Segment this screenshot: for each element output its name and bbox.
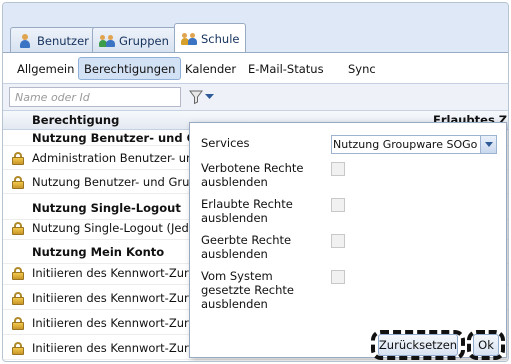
option-label-forbidden: Verbotene Rechte ausblenden [201, 161, 304, 189]
subtab-email-status[interactable]: E-Mail-Status [242, 57, 330, 80]
reset-button[interactable]: Zurücksetzen [378, 334, 458, 356]
combo-trigger[interactable] [480, 136, 496, 153]
school-icon [181, 31, 197, 47]
filter-popup: Services Nutzung Groupware SOGo Verboten… [189, 122, 507, 360]
subtab-label: Allgemein [17, 61, 75, 76]
lock-icon [12, 152, 24, 165]
chevron-down-icon [205, 94, 214, 99]
subtab-label: Kalender [185, 61, 237, 76]
services-combobox[interactable]: Nutzung Groupware SOGo [331, 135, 497, 154]
tab-gruppen[interactable]: Gruppen [92, 27, 176, 53]
option-label-allowed: Erlaubte Rechte ausblenden [201, 197, 293, 225]
checkbox-hide-forbidden[interactable] [331, 162, 345, 176]
main-tabbar: Benutzer Gruppen Schule [3, 3, 508, 54]
subtab-allgemein[interactable]: Allgemein [11, 57, 80, 80]
group-icon [99, 33, 115, 49]
user-icon [17, 33, 33, 49]
subtab-label: E-Mail-Status [248, 61, 324, 76]
reset-button-label: Zurücksetzen [378, 338, 458, 352]
checkbox-hide-system[interactable] [331, 270, 345, 284]
tab-label: Schule [201, 32, 240, 46]
subtab-berechtigungen[interactable]: Berechtigungen [78, 57, 182, 80]
column-header-permission[interactable]: Berechtigung [32, 113, 212, 127]
tab-benutzer[interactable]: Benutzer [10, 27, 96, 53]
row-text: Nutzung Single-Logout [32, 201, 181, 215]
option-label-inherited: Geerbte Rechte ausblenden [201, 233, 292, 261]
lock-icon [12, 176, 24, 189]
subtab-bar: Allgemein Berechtigungen Kalender E-Mail… [3, 52, 508, 84]
lock-icon [12, 317, 24, 330]
lock-icon [12, 292, 24, 305]
subtab-kalender[interactable]: Kalender [179, 57, 242, 80]
row-text: Nutzung Mein Konto [32, 245, 165, 259]
ok-button-label: Ok [478, 338, 494, 352]
subtab-sync[interactable]: Sync [342, 57, 382, 80]
checkbox-hide-allowed[interactable] [331, 198, 345, 212]
subtab-label: Berechtigungen [84, 61, 176, 76]
funnel-icon [189, 90, 203, 105]
services-label: Services [201, 136, 250, 150]
filter-toolbar [3, 84, 508, 111]
filter-button[interactable] [189, 88, 219, 106]
checkbox-hide-inherited[interactable] [331, 234, 345, 248]
search-input[interactable] [9, 87, 181, 107]
lock-icon [12, 267, 24, 280]
subtab-label: Sync [348, 61, 376, 76]
chevron-down-icon [484, 142, 493, 147]
lock-icon [12, 342, 24, 355]
tab-schule[interactable]: Schule [174, 23, 247, 54]
lock-icon [12, 222, 24, 235]
ok-button[interactable]: Ok [473, 334, 499, 356]
option-label-system: Vom System gesetzte Rechte ausblenden [201, 269, 294, 311]
tab-label: Benutzer [37, 33, 89, 48]
window-frame: Benutzer Gruppen Schule Allgemein Berech… [2, 2, 509, 362]
services-value: Nutzung Groupware SOGo [333, 138, 478, 151]
tab-label: Gruppen [119, 33, 169, 48]
